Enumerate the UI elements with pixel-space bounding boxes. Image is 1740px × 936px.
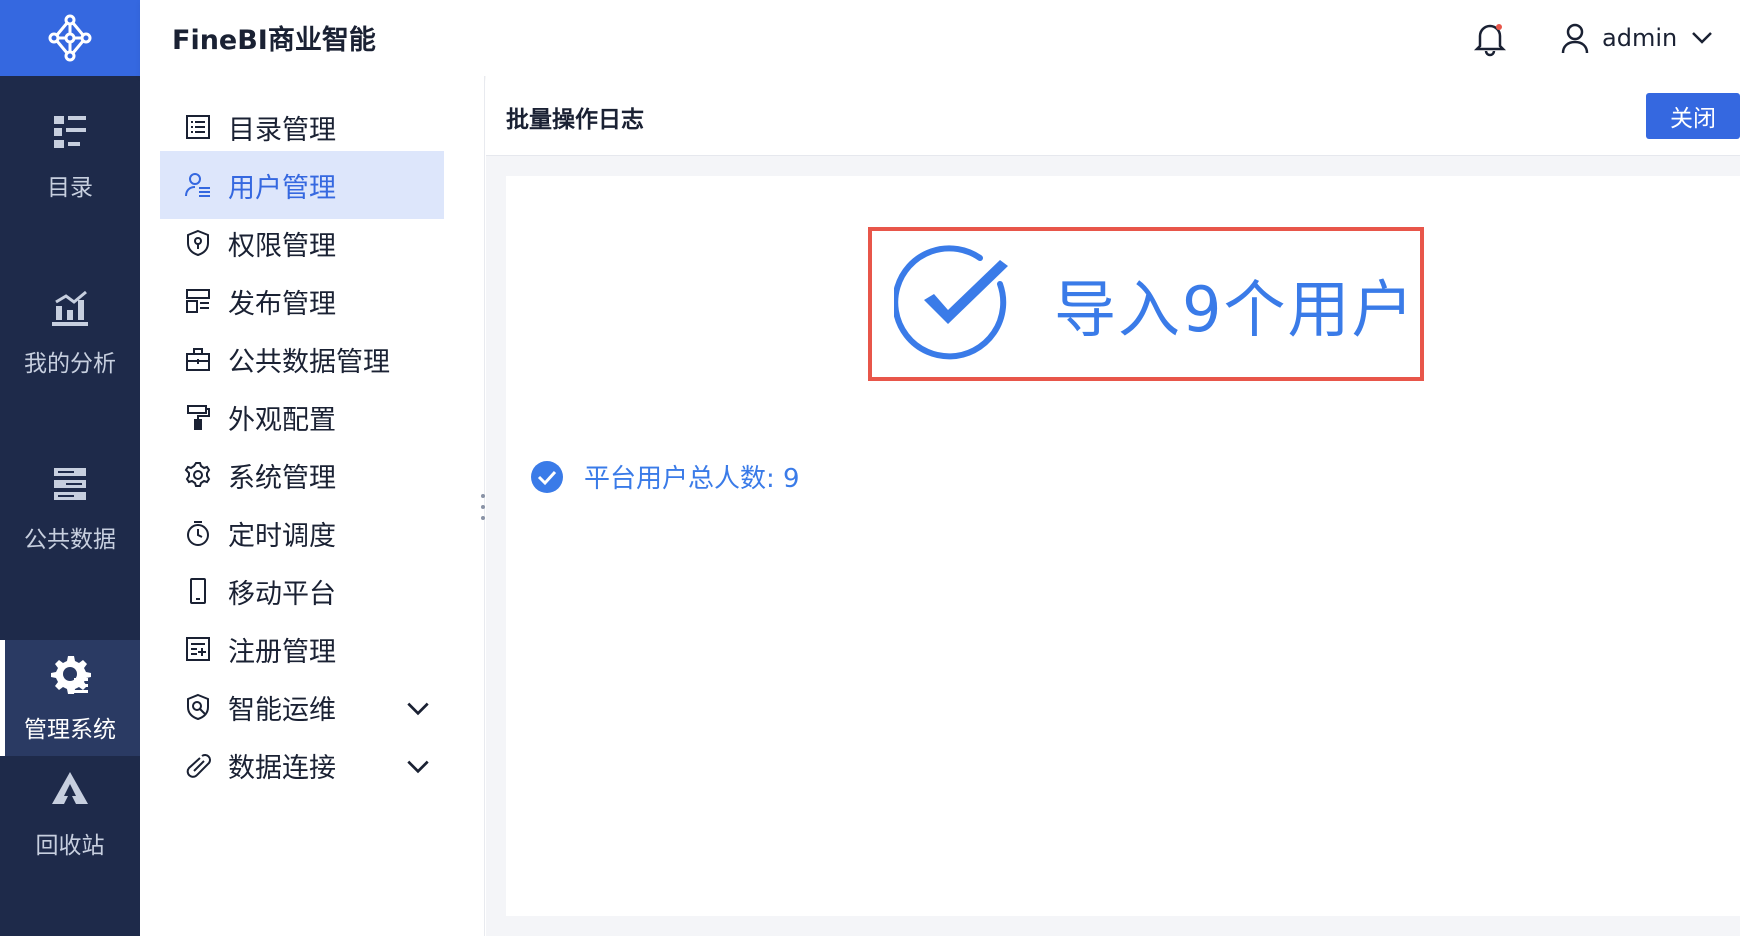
- chevron-down-icon[interactable]: [404, 753, 432, 781]
- panel-header: 批量操作日志 关闭: [486, 76, 1740, 156]
- user-count-row: 平台用户总人数: 9: [530, 458, 800, 495]
- user-count-text: 平台用户总人数: 9: [584, 464, 800, 494]
- subnav-item-data-connection[interactable]: 数据连接: [160, 731, 444, 799]
- panel-title: 批量操作日志: [506, 107, 644, 133]
- subnav-item-label: 移动平台: [228, 578, 336, 610]
- check-badge-icon: [531, 460, 563, 493]
- subnav-item-label: 公共数据管理: [228, 346, 390, 378]
- rail-item-label: 我的分析: [24, 351, 116, 377]
- chevron-down-icon[interactable]: [404, 695, 432, 723]
- close-button[interactable]: 关闭: [1646, 93, 1740, 139]
- ops-icon: [187, 693, 209, 721]
- subnav-item-label: 系统管理: [228, 462, 336, 494]
- check-circle-icon: [894, 245, 1008, 360]
- subnav-item-label: 用户管理: [228, 172, 336, 204]
- subnav-item-label: 发布管理: [228, 288, 336, 320]
- logo-icon: [48, 14, 92, 62]
- import-result-text: 导入9个用户: [1054, 273, 1416, 346]
- main-panel: 批量操作日志 关闭 导入9个用户 平台用户总人数: 9: [486, 76, 1740, 936]
- rail-item-catalog[interactable]: 目录: [0, 98, 140, 214]
- catalog-icon: [54, 116, 86, 148]
- list-icon: [186, 115, 210, 139]
- bell-icon: [1473, 24, 1507, 57]
- link-icon: [186, 754, 211, 778]
- paint-roller-icon: [187, 405, 210, 430]
- rail-item-analysis[interactable]: 我的分析: [0, 274, 140, 390]
- analysis-icon: [52, 290, 88, 326]
- subnav-item-label: 目录管理: [228, 114, 336, 146]
- rail-item-admin[interactable]: 管理系统: [0, 640, 140, 756]
- public-data-icon: [54, 468, 86, 500]
- publish-icon: [186, 289, 210, 313]
- subnav-item-label: 数据连接: [228, 752, 336, 784]
- recycle-icon: [52, 772, 88, 804]
- shield-icon: [187, 229, 209, 257]
- register-icon: [186, 637, 210, 661]
- user-icon: [185, 173, 210, 197]
- user-icon: [1561, 23, 1589, 54]
- subnav-item-label: 注册管理: [228, 636, 336, 668]
- settings-icon: [184, 462, 211, 487]
- timer-icon: [187, 521, 209, 546]
- admin-subnav: 目录管理 用户管理 权限管理 发布管理 公共数据管理 外观配置 系统管理 定时调…: [140, 76, 485, 936]
- username: admin: [1602, 24, 1678, 52]
- top-header: FineBI商业智能 admin: [140, 0, 1740, 76]
- rail-item-label: 公共数据: [24, 527, 116, 553]
- subnav-item-label: 权限管理: [228, 230, 336, 262]
- app-rail: 目录 我的分析 公共数据 管理系统 回收站: [0, 0, 140, 936]
- rail-item-public-data[interactable]: 公共数据: [0, 450, 140, 566]
- subnav-item-label: 外观配置: [228, 404, 336, 436]
- rail-item-label: 目录: [47, 175, 93, 201]
- import-result-highlight: 导入9个用户: [868, 227, 1424, 381]
- user-menu[interactable]: admin: [1560, 18, 1715, 58]
- log-content: 导入9个用户 平台用户总人数: 9: [506, 176, 1740, 916]
- rail-item-label: 管理系统: [24, 717, 116, 743]
- subnav-item-label: 定时调度: [228, 520, 336, 552]
- rail-item-recycle[interactable]: 回收站: [0, 756, 140, 872]
- app-logo[interactable]: [0, 0, 140, 76]
- mobile-icon: [190, 578, 206, 604]
- notification-button[interactable]: [1470, 18, 1510, 58]
- subnav-item-label: 智能运维: [228, 694, 336, 726]
- chevron-down-icon: [1692, 32, 1713, 44]
- gear-icon: [51, 656, 91, 694]
- rail-item-label: 回收站: [35, 833, 105, 859]
- briefcase-icon: [186, 348, 210, 371]
- app-title: FineBI商业智能: [172, 25, 376, 56]
